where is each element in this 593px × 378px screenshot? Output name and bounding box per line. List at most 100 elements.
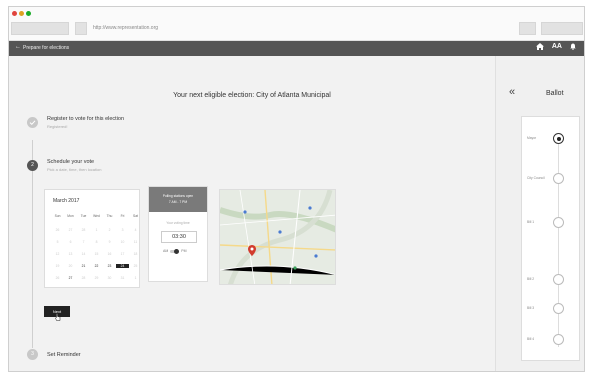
voting-time-label: Your voting time [166,221,190,225]
ballot-item-node[interactable] [553,303,564,314]
notification-bell-icon[interactable] [570,43,576,52]
browser-chrome: http://www.representation.org [9,7,584,41]
ballot-item-label: Bill 4 [527,337,535,341]
calendar-day[interactable]: 5 [51,240,64,244]
calendar-day[interactable]: 16 [103,252,116,256]
close-window-dot[interactable] [12,11,17,16]
double-chevron-left-icon[interactable]: « [509,86,515,98]
step-2-subtitle: Pick a date, time, then location [47,167,102,172]
minimize-window-dot[interactable] [19,11,24,16]
calendar-day[interactable]: 13 [64,252,77,256]
main-content: Your next eligible election: City of Atl… [9,56,495,371]
weekday-label: Thu [106,214,113,218]
step-2-title: Schedule your vote [47,159,95,165]
app-bar-title: Prepare for elections [23,45,70,51]
am-pm-switch[interactable]: AM PM [163,248,187,254]
ballot-item-node-active[interactable] [553,133,564,144]
toggle-switch-icon[interactable] [170,248,180,254]
progress-timeline [32,140,33,348]
calendar-day[interactable]: 7 [77,240,90,244]
weekday-label: Mon [67,214,74,218]
text-size-icon[interactable]: AA [552,43,562,52]
calendar-card: March 2017 Sun Mon Tue Wed Thu Fri Sat 2… [44,189,140,288]
calendar-day[interactable]: 4 [129,228,142,232]
calendar-day[interactable]: 11 [129,240,142,244]
calendar-day[interactable]: 18 [129,252,142,256]
calendar-day-selected[interactable]: 24 [116,264,129,268]
polling-hours-banner: Polling stations open 7 AM - 7 PM [149,187,207,212]
weekday-label: Wed [93,214,100,218]
calendar-day[interactable]: 28 [77,228,90,232]
ballot-item-node[interactable] [553,334,564,345]
step-1-check-icon [27,117,38,128]
calendar-day[interactable]: 27 [64,276,77,280]
step-1-subtitle: Registered! [47,124,68,129]
calendar-day[interactable]: 14 [77,252,90,256]
browser-extension-button[interactable] [519,22,536,35]
calendar-day[interactable]: 1 [90,228,103,232]
am-label: AM [163,249,169,253]
calendar-day[interactable]: 29 [90,276,103,280]
browser-tab-button[interactable] [75,22,87,35]
browser-window: http://www.representation.org ← Prepare … [8,6,585,372]
calendar-day[interactable]: 27 [64,228,77,232]
calendar-day[interactable]: 22 [90,264,103,268]
calendar-day[interactable]: 25 [129,264,142,268]
ballot-item-label: Bill 1 [527,220,535,224]
calendar-day[interactable]: 20 [64,264,77,268]
calendar-day[interactable]: 15 [90,252,103,256]
calendar-day[interactable]: 8 [90,240,103,244]
calendar-day[interactable]: 3 [116,228,129,232]
calendar-day[interactable]: 10 [116,240,129,244]
ballot-progress-line [558,135,559,347]
ballot-item-label: Mayor [527,136,537,140]
weekday-label: Fri [120,214,125,218]
calendar-week-row: 26 27 28 29 30 31 1 [51,276,142,280]
calendar-week-row: 19 20 21 22 23 24 25 [51,264,142,268]
calendar-day[interactable]: 17 [116,252,129,256]
ballot-panel-title: Ballot [546,90,564,97]
ballot-item-node[interactable] [553,274,564,285]
weekday-label: Sun [54,214,61,218]
map-graphic [220,190,335,284]
polling-location-map[interactable] [219,189,336,285]
app-bar: ← Prepare for elections AA [9,41,584,56]
pm-label: PM [181,249,187,253]
calendar-day[interactable]: 28 [77,276,90,280]
ballot-item-node[interactable] [553,217,564,228]
calendar-day[interactable]: 23 [103,264,116,268]
calendar-day[interactable]: 19 [51,264,64,268]
polling-hours-range: 7 AM - 7 PM [168,199,188,204]
step-1-title: Register to vote for this election [47,116,125,122]
ballot-progress-card: Mayor City Council Bill 1 Bill 2 Bill 3 … [521,116,580,361]
map-pin-icon[interactable] [248,245,256,256]
calendar-day[interactable]: 26 [51,276,64,280]
maximize-window-dot[interactable] [26,11,31,16]
browser-menu-button[interactable] [541,22,583,35]
calendar-month-label: March 2017 [53,198,80,204]
calendar-day[interactable]: 1 [129,276,142,280]
voting-time-input[interactable]: 03:30 [161,231,197,243]
step-3-number: 3 [27,349,38,360]
arrow-left-icon[interactable]: ← [15,44,21,50]
calendar-week-row: 26 27 28 1 2 3 4 [51,228,142,232]
browser-nav-buttons[interactable] [11,22,69,35]
calendar-day[interactable]: 9 [103,240,116,244]
calendar-day[interactable]: 31 [116,276,129,280]
calendar-day[interactable]: 21 [77,264,90,268]
step-2-number: 2 [27,160,38,171]
home-icon[interactable] [535,43,544,52]
ballot-panel: « Ballot Mayor City Council Bill 1 Bill … [495,56,584,371]
calendar-day[interactable]: 30 [103,276,116,280]
ballot-item-node[interactable] [553,173,564,184]
weekday-label: Sat [133,214,138,218]
ballot-item-label: Bill 3 [527,306,535,310]
address-bar[interactable]: http://www.representation.org [91,22,511,35]
calendar-week-row: 5 6 7 8 9 10 11 [51,240,142,244]
ballot-item-label: City Council [527,176,545,180]
time-picker-card: Polling stations open 7 AM - 7 PM Your v… [148,186,208,282]
calendar-day[interactable]: 26 [51,228,64,232]
calendar-day[interactable]: 12 [51,252,64,256]
calendar-day[interactable]: 2 [103,228,116,232]
calendar-day[interactable]: 6 [64,240,77,244]
